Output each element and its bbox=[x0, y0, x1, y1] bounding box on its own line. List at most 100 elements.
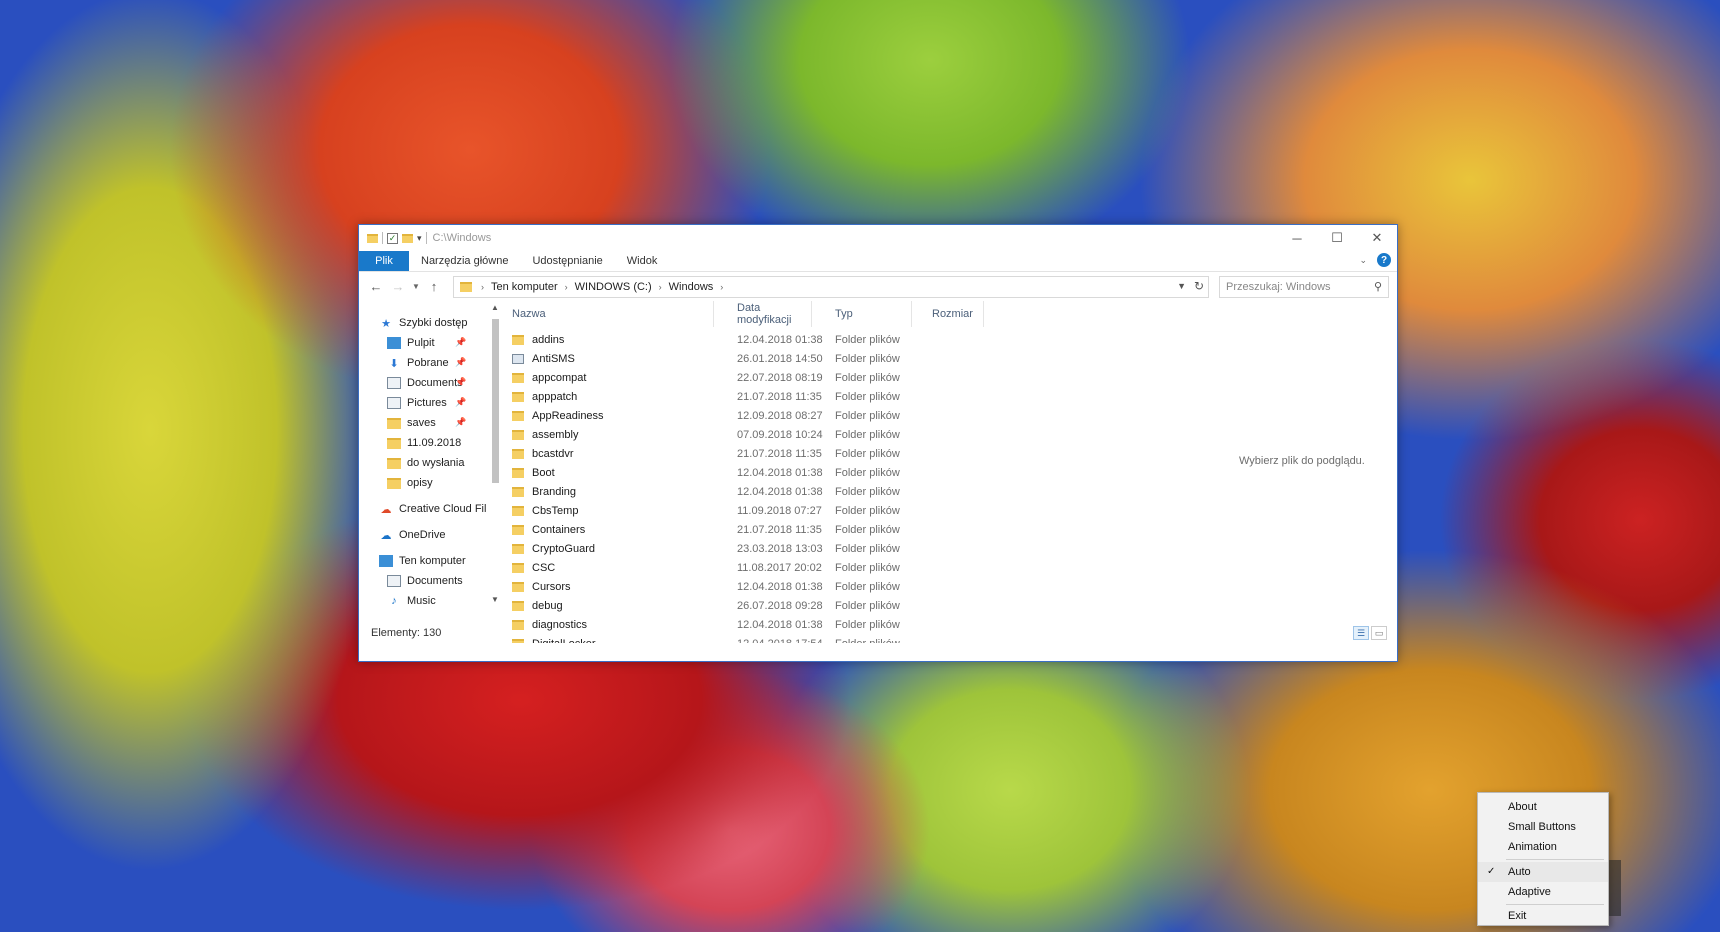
file-date: 11.08.2017 20:02 bbox=[737, 561, 822, 574]
table-row[interactable]: Cursors 12.04.2018 01:38 Folder plików bbox=[504, 577, 1244, 596]
breadcrumb-drive-c[interactable]: WINDOWS (C:) bbox=[571, 281, 656, 293]
folder-icon bbox=[512, 429, 524, 440]
chevron-down-icon[interactable]: ▼ bbox=[1177, 281, 1186, 291]
maximize-button[interactable]: ☐ bbox=[1317, 225, 1357, 251]
nav-item-this-pc[interactable]: Ten komputer bbox=[379, 551, 466, 571]
nav-item-opisy[interactable]: opisy bbox=[387, 473, 433, 493]
table-row[interactable]: AntiSMS 26.01.2018 14:50 Folder plików bbox=[504, 349, 1244, 368]
file-date: 21.07.2018 11:35 bbox=[737, 390, 822, 403]
nav-item-label: OneDrive bbox=[399, 529, 446, 541]
file-name-cell: CbsTemp bbox=[512, 501, 578, 520]
column-header-name[interactable]: Nazwa ^ bbox=[504, 301, 714, 327]
column-header-size[interactable]: Rozmiar bbox=[912, 301, 984, 327]
nav-item-desktop[interactable]: Pulpit bbox=[387, 333, 435, 353]
file-name-cell: addins bbox=[512, 330, 564, 349]
title-bar[interactable]: ✓ ▾ C:\Windows ─ ☐ ✕ bbox=[359, 225, 1397, 251]
menu-item-animation[interactable]: Animation bbox=[1478, 837, 1608, 857]
pin-icon[interactable]: 📌 bbox=[455, 357, 466, 368]
file-type: Folder plików bbox=[835, 580, 900, 593]
nav-item-pictures[interactable]: Pictures bbox=[387, 393, 447, 413]
table-row[interactable]: apppatch 21.07.2018 11:35 Folder plików bbox=[504, 387, 1244, 406]
table-row[interactable]: appcompat 22.07.2018 08:19 Folder plików bbox=[504, 368, 1244, 387]
table-row[interactable]: AppReadiness 12.09.2018 08:27 Folder plikó… bbox=[504, 406, 1244, 425]
computer-icon bbox=[379, 555, 393, 567]
column-header-date[interactable]: Data modyfikacji bbox=[714, 301, 812, 327]
customize-toolbar-icon[interactable]: ▾ bbox=[417, 233, 422, 244]
recent-locations-icon[interactable]: ▼ bbox=[409, 282, 423, 291]
properties-icon[interactable]: ✓ bbox=[387, 232, 398, 244]
chevron-right-icon[interactable]: › bbox=[656, 282, 665, 292]
address-bar[interactable]: › Ten komputer › WINDOWS (C:) › Windows … bbox=[453, 276, 1209, 298]
tab-share[interactable]: Udostępnianie bbox=[520, 251, 614, 271]
file-name: AppReadiness bbox=[532, 409, 604, 422]
up-icon[interactable]: ↑ bbox=[423, 279, 445, 294]
table-row[interactable]: addins 12.04.2018 01:38 Folder plików bbox=[504, 330, 1244, 349]
details-view-icon[interactable]: ☰ bbox=[1353, 626, 1369, 640]
file-type: Folder plików bbox=[835, 371, 900, 384]
tab-home[interactable]: Narzędzia główne bbox=[409, 251, 520, 271]
folder-icon bbox=[512, 543, 524, 554]
file-name-cell: Cursors bbox=[512, 577, 571, 596]
breadcrumb-this-pc[interactable]: Ten komputer bbox=[487, 281, 562, 293]
chevron-right-icon[interactable]: › bbox=[478, 282, 487, 292]
large-icons-view-icon[interactable]: ▭ bbox=[1371, 626, 1387, 640]
table-row[interactable]: CSC 11.08.2017 20:02 Folder plików bbox=[504, 558, 1244, 577]
menu-item-adaptive[interactable]: Adaptive bbox=[1478, 882, 1608, 902]
scroll-down-icon[interactable]: ▼ bbox=[491, 595, 499, 604]
menu-item-small-buttons[interactable]: Small Buttons bbox=[1478, 817, 1608, 837]
nav-scrollbar[interactable]: ▲ ▼ bbox=[489, 301, 499, 643]
nav-item-onedrive[interactable]: ☁ OneDrive bbox=[379, 525, 446, 545]
expand-ribbon-icon[interactable]: ⌄ bbox=[1359, 255, 1367, 266]
breadcrumb-windows[interactable]: Windows bbox=[665, 281, 718, 293]
back-icon[interactable]: ← bbox=[365, 279, 387, 294]
close-button[interactable]: ✕ bbox=[1357, 225, 1397, 251]
menu-item-auto[interactable]: ✓ Auto bbox=[1478, 862, 1608, 882]
file-date: 07.09.2018 10:24 bbox=[737, 428, 823, 441]
file-date: 26.01.2018 14:50 bbox=[737, 352, 823, 365]
nav-item-creative-cloud[interactable]: ☁ Creative Cloud Fil bbox=[379, 499, 487, 519]
help-icon[interactable]: ? bbox=[1377, 253, 1391, 267]
tab-file[interactable]: Plik bbox=[359, 251, 409, 271]
folder-icon bbox=[512, 448, 524, 459]
nav-item-pc-documents[interactable]: Documents bbox=[387, 571, 463, 591]
tab-view[interactable]: Widok bbox=[615, 251, 670, 271]
table-row[interactable]: bcastdvr 21.07.2018 11:35 Folder plików bbox=[504, 444, 1244, 463]
search-input[interactable]: Przeszukaj: Windows ⚲ bbox=[1219, 276, 1389, 298]
nav-item-documents[interactable]: Documents bbox=[387, 373, 463, 393]
search-icon[interactable]: ⚲ bbox=[1374, 280, 1382, 293]
minimize-button[interactable]: ─ bbox=[1277, 225, 1317, 251]
forward-icon[interactable]: → bbox=[387, 279, 409, 294]
file-name: apppatch bbox=[532, 390, 578, 403]
nav-item-music[interactable]: ♪ Music bbox=[387, 591, 435, 611]
chevron-right-icon[interactable]: › bbox=[562, 282, 571, 292]
folder-icon bbox=[512, 581, 524, 592]
nav-item-saves[interactable]: saves bbox=[387, 413, 436, 433]
nav-item-do-wyslania[interactable]: do wysłania bbox=[387, 453, 464, 473]
new-folder-icon[interactable] bbox=[402, 233, 413, 243]
scrollbar-thumb[interactable] bbox=[492, 319, 499, 483]
table-row[interactable]: assembly 07.09.2018 10:24 Folder plików bbox=[504, 425, 1244, 444]
pin-icon[interactable]: 📌 bbox=[455, 337, 466, 348]
nav-item-downloads[interactable]: ⬇ Pobrane bbox=[387, 353, 448, 373]
scroll-up-icon[interactable]: ▲ bbox=[491, 303, 499, 312]
document-icon bbox=[387, 575, 401, 587]
table-row[interactable]: CbsTemp 11.09.2018 07:27 Folder plików bbox=[504, 501, 1244, 520]
pin-icon[interactable]: 📌 bbox=[455, 397, 466, 408]
column-header-type[interactable]: Typ bbox=[812, 301, 912, 327]
file-type: Folder plików bbox=[835, 447, 900, 460]
table-row[interactable]: Boot 12.04.2018 01:38 Folder plików bbox=[504, 463, 1244, 482]
table-row[interactable]: debug 26.07.2018 09:28 Folder plików bbox=[504, 596, 1244, 615]
pin-icon[interactable]: 📌 bbox=[455, 377, 466, 388]
chevron-right-icon[interactable]: › bbox=[717, 282, 726, 292]
refresh-icon[interactable]: ↻ bbox=[1194, 279, 1204, 293]
table-row[interactable]: CryptoGuard 23.03.2018 13:03 Folder plików bbox=[504, 539, 1244, 558]
menu-item-about[interactable]: About bbox=[1478, 797, 1608, 817]
nav-item-quick-access[interactable]: ★ Szybki dostęp bbox=[379, 313, 467, 333]
table-row[interactable]: Branding 12.04.2018 01:38 Folder plików bbox=[504, 482, 1244, 501]
file-name: appcompat bbox=[532, 371, 587, 384]
menu-item-exit[interactable]: Exit bbox=[1478, 906, 1608, 926]
table-row[interactable]: Containers 21.07.2018 11:35 Folder plików bbox=[504, 520, 1244, 539]
file-date: 11.09.2018 07:27 bbox=[737, 504, 822, 517]
nav-item-11-09-2018[interactable]: 11.09.2018 bbox=[387, 433, 461, 453]
pin-icon[interactable]: 📌 bbox=[455, 417, 466, 428]
